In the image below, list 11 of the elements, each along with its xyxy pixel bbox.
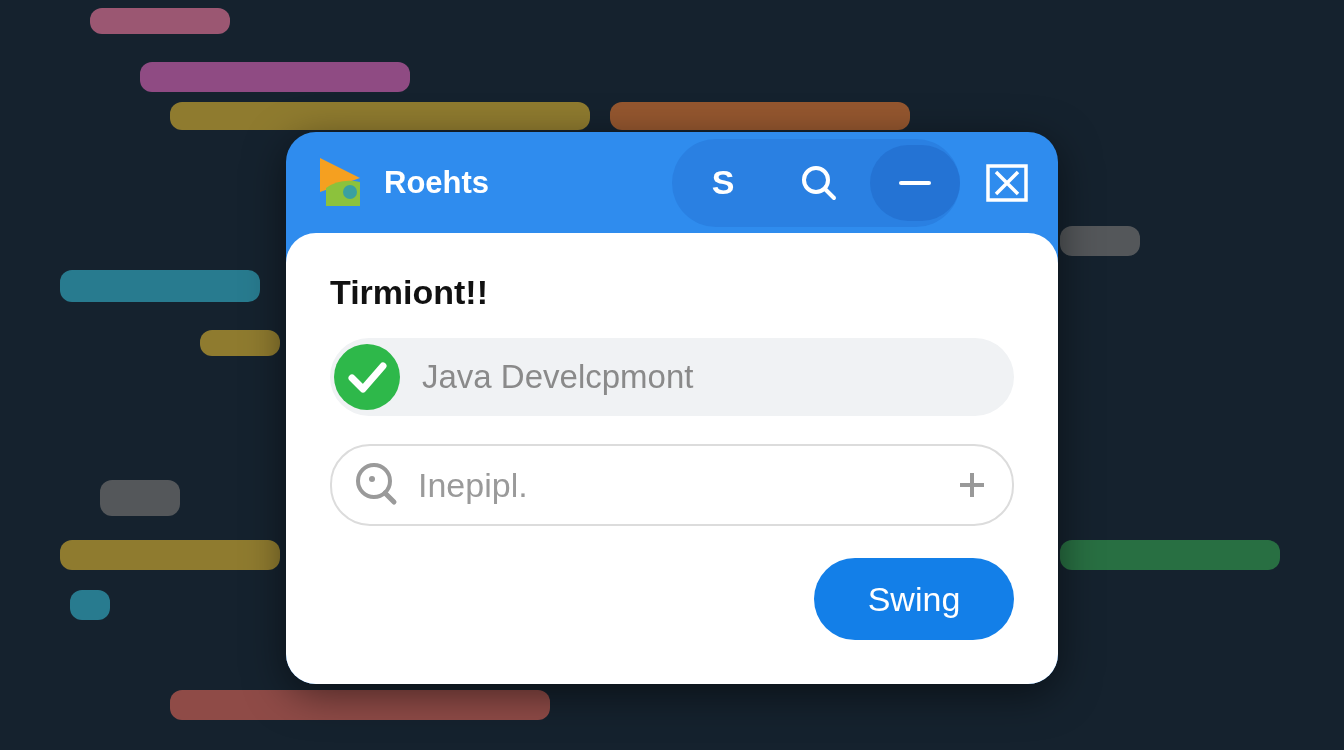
plus-icon[interactable] (958, 471, 986, 499)
close-button[interactable] (986, 163, 1028, 202)
swing-button[interactable]: Swing (814, 558, 1014, 640)
checked-item[interactable]: Java Develcpmont (330, 338, 1014, 416)
search-bar[interactable]: Inepipl. (330, 444, 1014, 526)
letter-button[interactable]: S (678, 144, 768, 221)
search-field[interactable]: Inepipl. (416, 464, 958, 506)
search-icon (800, 163, 838, 202)
item-label: Java Develcpmont (422, 358, 694, 396)
dialog-heading: Tirmiont!! (330, 273, 489, 312)
window-title: Roehts (384, 164, 490, 201)
